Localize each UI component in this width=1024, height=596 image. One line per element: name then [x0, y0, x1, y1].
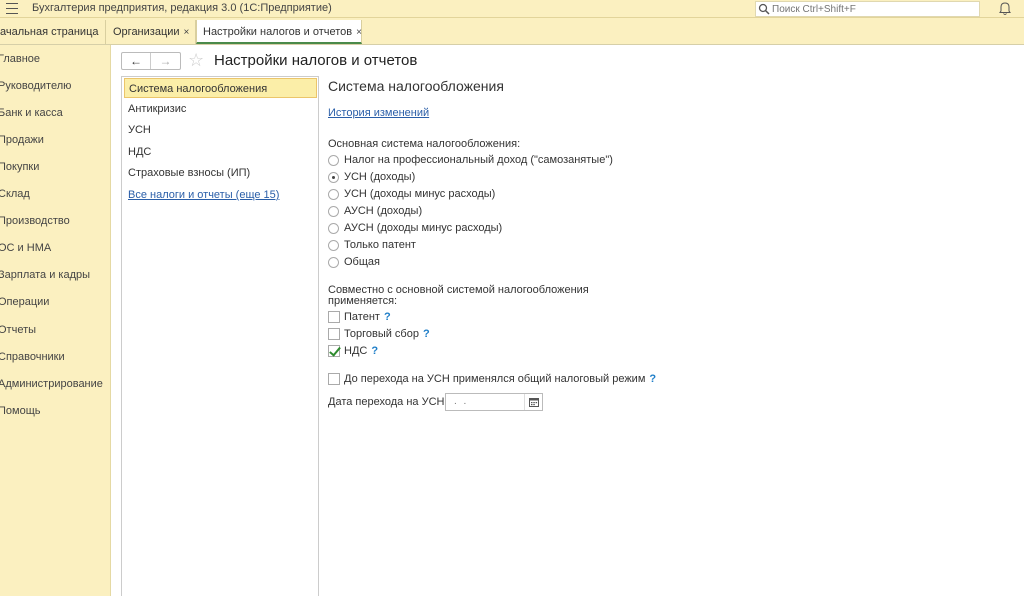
jointly-label-cont: применяется:: [328, 295, 398, 307]
menu-icon[interactable]: [6, 3, 18, 14]
radio-ausn-income[interactable]: [328, 206, 339, 217]
sidebar-item-main[interactable]: Главное: [0, 53, 40, 65]
search-icon: [758, 3, 770, 15]
radio-usn-income[interactable]: [328, 172, 339, 183]
sidebar-item-salary[interactable]: Зарплата и кадры: [0, 269, 90, 281]
checkbox-label: НДС?: [344, 345, 378, 357]
main-system-label: Основная система налогообложения:: [328, 138, 521, 150]
sidebar-item-directories[interactable]: Справочники: [0, 351, 65, 363]
radio-label: АУСН (доходы минус расходы): [344, 222, 503, 234]
close-icon[interactable]: ×: [356, 27, 362, 38]
sidebar-item-operations[interactable]: Операции: [0, 296, 49, 308]
content-title: Система налогообложения: [328, 78, 504, 94]
checkbox-label-text: НДС: [344, 345, 368, 357]
radio-general[interactable]: [328, 257, 339, 268]
sections-list: Система налогообложения Антикризис УСН Н…: [121, 76, 319, 596]
section-vat[interactable]: НДС: [128, 146, 151, 158]
sidebar-item-production[interactable]: Производство: [0, 215, 70, 227]
search-box[interactable]: [755, 1, 980, 17]
radio-label: АУСН (доходы): [344, 205, 423, 217]
tab-organizations[interactable]: Организации ×: [107, 20, 196, 44]
radio-usn-income-expenses[interactable]: [328, 189, 339, 200]
transition-date-field[interactable]: . .: [445, 393, 543, 411]
calendar-icon[interactable]: [524, 394, 542, 410]
tab-label: ачальная страница: [0, 26, 99, 38]
radio-label: Общая: [344, 256, 380, 268]
checkbox-label-text: Торговый сбор: [344, 328, 419, 340]
checkbox-label-text: До перехода на УСН применялся общий нало…: [344, 373, 646, 385]
tab-home[interactable]: ачальная страница: [0, 20, 106, 44]
tab-label: Настройки налогов и отчетов: [203, 26, 353, 38]
section-usn[interactable]: УСН: [128, 124, 151, 136]
sidebar: Главное Руководителю Банк и касса Продаж…: [0, 45, 111, 596]
sidebar-item-purchases[interactable]: Покупки: [0, 161, 39, 173]
page-title: Настройки налогов и отчетов: [214, 52, 418, 69]
tab-bar: ачальная страница Организации × Настройки…: [0, 18, 1024, 45]
star-icon[interactable]: ☆: [188, 51, 204, 69]
all-taxes-link[interactable]: Все налоги и отчеты (еще 15): [128, 189, 279, 201]
patent-checkbox[interactable]: [328, 311, 340, 323]
radio-label: УСН (доходы): [344, 171, 416, 183]
sidebar-item-sales[interactable]: Продажи: [0, 134, 44, 146]
trade-fee-checkbox[interactable]: [328, 328, 340, 340]
transition-date-label: Дата перехода на УСН:: [328, 396, 448, 408]
history-nav: ← →: [121, 52, 181, 70]
section-anticrisis[interactable]: Антикризис: [128, 103, 186, 115]
tab-label: Организации: [113, 26, 180, 38]
radio-ausn-income-expenses[interactable]: [328, 223, 339, 234]
sidebar-item-warehouse[interactable]: Склад: [0, 188, 30, 200]
section-tax-system[interactable]: Система налогообложения: [124, 78, 317, 98]
checkbox-label-text: Патент: [344, 311, 380, 323]
help-icon[interactable]: ?: [649, 373, 656, 385]
sidebar-item-assets[interactable]: ОС и НМА: [0, 242, 51, 254]
title-bar: Бухгалтерия предприятия, редакция 3.0 (1…: [0, 0, 1024, 18]
search-input[interactable]: [772, 3, 972, 15]
help-icon[interactable]: ?: [423, 328, 430, 340]
radio-label: Налог на профессиональный доход ("самоза…: [344, 154, 613, 166]
date-value: . .: [454, 396, 469, 407]
checkbox-label: Торговый сбор?: [344, 328, 430, 340]
section-insurance[interactable]: Страховые взносы (ИП): [128, 167, 250, 179]
app-title: Бухгалтерия предприятия, редакция 3.0 (1…: [32, 2, 332, 14]
sidebar-item-manager[interactable]: Руководителю: [0, 80, 71, 92]
sidebar-item-admin[interactable]: Администрирование: [0, 378, 103, 390]
sidebar-item-help[interactable]: Помощь: [0, 405, 41, 417]
help-icon[interactable]: ?: [371, 345, 378, 357]
radio-label: Только патент: [344, 239, 416, 251]
bell-icon[interactable]: [998, 1, 1012, 16]
sidebar-item-reports[interactable]: Отчеты: [0, 324, 36, 336]
vat-checkbox[interactable]: [328, 345, 340, 357]
close-icon[interactable]: ×: [184, 27, 190, 38]
before-usn-checkbox[interactable]: [328, 373, 340, 385]
sidebar-item-bank[interactable]: Банк и касса: [0, 107, 63, 119]
tab-tax-settings[interactable]: Настройки налогов и отчетов ×: [196, 20, 362, 44]
history-link[interactable]: История изменений: [328, 107, 429, 119]
checkbox-label: До перехода на УСН применялся общий нало…: [344, 373, 656, 385]
radio-patent-only[interactable]: [328, 240, 339, 251]
help-icon[interactable]: ?: [384, 311, 391, 323]
radio-self-employed[interactable]: [328, 155, 339, 166]
checkbox-label: Патент?: [344, 311, 391, 323]
radio-label: УСН (доходы минус расходы): [344, 188, 496, 200]
forward-button[interactable]: →: [151, 53, 180, 69]
back-button[interactable]: ←: [122, 53, 151, 69]
